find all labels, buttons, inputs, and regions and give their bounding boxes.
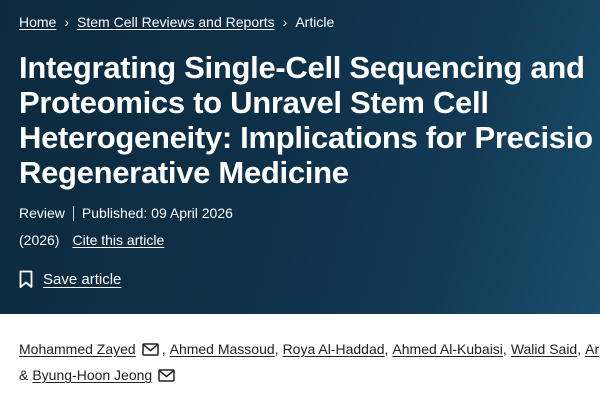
bookmark-icon (19, 270, 33, 288)
author-ampersand: & (19, 367, 29, 383)
author-link[interactable]: Byung-Hoon Jeong (32, 367, 152, 383)
cite-article-link[interactable]: Cite this article (72, 232, 164, 248)
citation-row: (2026) Cite this article (19, 232, 164, 248)
breadcrumb-current: Article (295, 14, 335, 30)
title-line: Integrating Single-Cell Sequencing and (19, 50, 585, 85)
article-meta: Review Published: 09 April 2026 (19, 205, 233, 221)
envelope-icon[interactable] (141, 342, 159, 356)
author-link[interactable]: Ahmed Massoud (170, 341, 275, 357)
author-link[interactable]: Roya Al-Haddad (283, 341, 385, 357)
title-line: Regenerative Medicine (19, 155, 349, 190)
save-article-button[interactable]: Save article (19, 270, 121, 289)
breadcrumb-home-link[interactable]: Home (19, 14, 56, 30)
author-list: Mohammed Zayed , Ahmed Massoud, Roya Al-… (19, 338, 600, 386)
author-list-line: & Byung-Hoon Jeong (19, 364, 600, 386)
save-article-label: Save article (43, 271, 122, 288)
meta-divider (72, 205, 74, 221)
breadcrumb: Home › Stem Cell Reviews and Reports › A… (19, 14, 334, 30)
chevron-right-icon: › (64, 14, 70, 30)
article-header: Home › Stem Cell Reviews and Reports › A… (0, 0, 600, 314)
chevron-right-icon: › (282, 14, 288, 30)
page-title: Integrating Single-Cell Sequencing and P… (19, 50, 600, 190)
envelope-icon[interactable] (158, 368, 175, 382)
author-separator: , (384, 341, 389, 357)
author-separator: , (274, 341, 279, 357)
breadcrumb-journal-link[interactable]: Stem Cell Reviews and Reports (77, 14, 275, 30)
author-separator: , (577, 341, 582, 357)
author-link[interactable]: Walid Said (511, 341, 577, 357)
title-line: Heterogeneity: Implications for Precisio (19, 120, 593, 155)
published-date: Published: 09 April 2026 (81, 205, 233, 221)
author-link[interactable]: Ar (585, 341, 599, 357)
title-line: Proteomics to Unravel Stem Cell (19, 85, 489, 120)
article-type: Review (19, 205, 65, 221)
author-link[interactable]: Ahmed Al-Kubaisi (392, 341, 503, 357)
author-separator: , (161, 341, 166, 357)
author-link[interactable]: Mohammed Zayed (19, 341, 136, 357)
article-year: (2026) (19, 232, 60, 248)
author-separator: , (502, 341, 507, 357)
author-list-line: Mohammed Zayed , Ahmed Massoud, Roya Al-… (19, 338, 600, 360)
